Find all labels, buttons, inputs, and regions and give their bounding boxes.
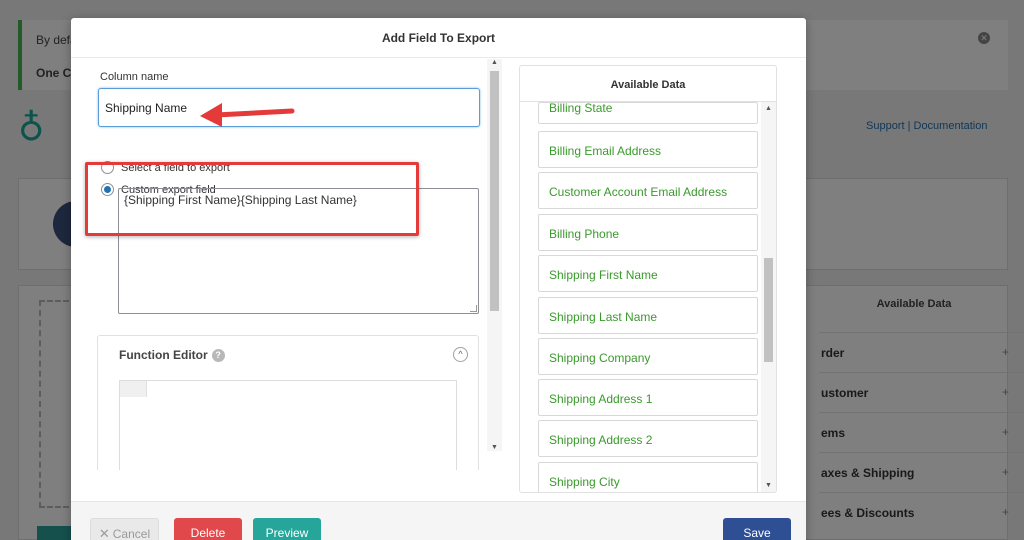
list-item[interactable]: Shipping Last Name	[538, 297, 758, 334]
left-scrollbar[interactable]: ▲ ▼	[487, 59, 502, 451]
list-item[interactable]: Billing Phone	[538, 214, 758, 251]
code-editor[interactable]	[119, 380, 457, 470]
list-item[interactable]: Billing Email Address	[538, 131, 758, 168]
column-name-label: Column name	[100, 71, 169, 83]
scroll-up-icon[interactable]: ▲	[491, 59, 498, 66]
scroll-down-icon[interactable]: ▼	[765, 482, 772, 489]
list-item[interactable]: Shipping Company	[538, 338, 758, 375]
line-gutter	[120, 381, 147, 397]
list-item[interactable]: Shipping First Name	[538, 255, 758, 292]
resize-handle-icon[interactable]	[470, 305, 477, 312]
close-icon: ✕	[98, 526, 110, 540]
red-arrow-icon	[200, 103, 295, 127]
field-config-pane: Column name Select a field to export Cus…	[71, 59, 501, 470]
delete-button[interactable]: Delete	[174, 518, 242, 540]
modal-title: Add Field To Export	[71, 18, 806, 58]
list-item[interactable]: Shipping City	[538, 462, 758, 492]
cancel-button[interactable]: ✕ Cancel	[90, 518, 159, 540]
available-data-panel: Available Data Billing State Billing Ema…	[519, 65, 777, 493]
scroll-thumb[interactable]	[490, 71, 499, 311]
list-item[interactable]: Billing State	[538, 102, 758, 124]
function-editor-label: Function Editor	[119, 348, 208, 362]
available-field-list: Billing State Billing Email Address Cust…	[520, 102, 760, 492]
available-data-title: Available Data	[520, 66, 776, 102]
list-item[interactable]: Shipping Address 2	[538, 420, 758, 457]
function-editor-panel: Function Editor ? ^	[97, 335, 479, 470]
preview-button[interactable]: Preview	[253, 518, 321, 540]
scroll-up-icon[interactable]: ▲	[765, 105, 772, 112]
highlight-box	[85, 162, 419, 236]
available-data-scrollbar[interactable]: ▲ ▼	[761, 102, 776, 492]
modal-footer: ✕ Cancel Delete Preview Save	[71, 501, 806, 540]
scroll-down-icon[interactable]: ▼	[491, 444, 498, 451]
list-item[interactable]: Shipping Address 1	[538, 379, 758, 416]
function-editor-title: Function Editor ?	[119, 348, 225, 362]
save-button[interactable]: Save	[723, 518, 791, 540]
list-item[interactable]: Customer Account Email Address	[538, 172, 758, 209]
cancel-label: Cancel	[112, 527, 151, 540]
collapse-icon[interactable]: ^	[453, 347, 468, 362]
scroll-thumb[interactable]	[764, 258, 773, 362]
help-icon[interactable]: ?	[211, 348, 225, 362]
add-field-modal: Add Field To Export Column name Select a…	[71, 18, 806, 540]
